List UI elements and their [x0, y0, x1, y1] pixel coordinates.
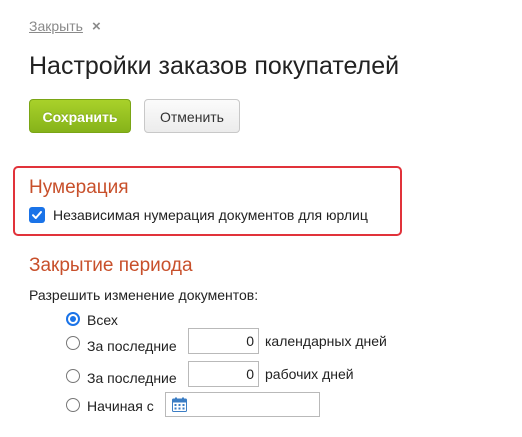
page-title: Настройки заказов покупателей — [29, 52, 400, 80]
calendar-days-input[interactable]: 0 — [188, 328, 259, 354]
radio-start-date[interactable] — [66, 398, 80, 412]
calendar-days-unit: календарных дней — [265, 333, 387, 349]
radio-calendar-days-label[interactable]: За последние — [87, 338, 177, 354]
numbering-section-title: Нумерация — [29, 177, 129, 198]
start-date-input[interactable] — [165, 392, 320, 417]
radio-working-days-label[interactable]: За последние — [87, 370, 177, 386]
cancel-button[interactable]: Отменить — [144, 99, 240, 133]
radio-calendar-days[interactable] — [66, 336, 80, 350]
permission-label: Разрешить изменение документов: — [29, 287, 259, 303]
radio-start-date-label[interactable]: Начиная с — [87, 398, 154, 414]
checkmark-icon — [32, 211, 42, 219]
working-days-unit: рабочих дней — [265, 366, 354, 382]
close-icon[interactable]: × — [92, 18, 101, 35]
independent-numbering-label[interactable]: Независимая нумерация документов для юрл… — [53, 207, 368, 223]
close-link[interactable]: Закрыть — [29, 18, 83, 34]
calendar-icon[interactable] — [172, 397, 187, 412]
radio-all[interactable] — [66, 312, 80, 326]
radio-all-label[interactable]: Всех — [87, 312, 118, 328]
period-closing-section-title: Закрытие периода — [29, 255, 193, 276]
radio-working-days[interactable] — [66, 369, 80, 383]
independent-numbering-checkbox[interactable] — [29, 207, 45, 223]
working-days-input[interactable]: 0 — [188, 361, 259, 387]
save-button[interactable]: Сохранить — [29, 99, 131, 133]
